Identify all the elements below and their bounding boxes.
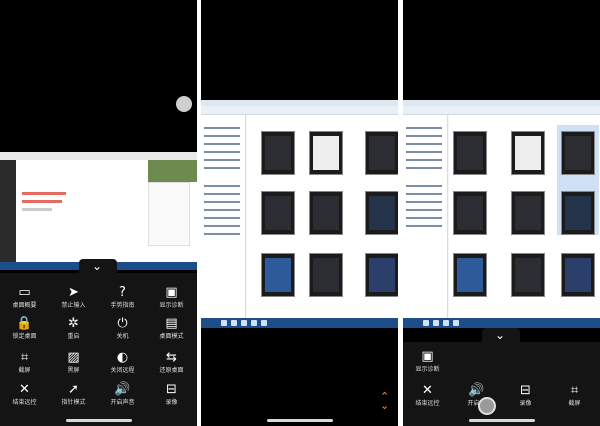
lock-icon: 🔒: [16, 316, 33, 331]
toolbar-menu: ▣ 显示诊断 ✕ 结束远控 🔊 开启声 ⊟ 录像 ⌗ 截屏: [403, 342, 600, 426]
file-thumbnail[interactable]: [309, 253, 343, 297]
menu-item-desktop-overview[interactable]: ▭ 桌面概要: [0, 284, 49, 310]
menu-item-gesture-guide[interactable]: ? 手势指南: [98, 284, 147, 310]
file-thumbnail[interactable]: [561, 131, 595, 175]
file-grid: [247, 115, 398, 318]
navigation-pane: [403, 115, 448, 318]
file-thumbnail[interactable]: [309, 191, 343, 235]
sound-icon: 🔊: [114, 382, 131, 397]
page-link-row: [22, 200, 62, 203]
file-thumbnail[interactable]: [511, 131, 545, 175]
remote-mouse-icon: ◐: [116, 350, 129, 365]
expand-down-icon[interactable]: ⌄: [380, 400, 389, 411]
file-thumbnail[interactable]: [561, 253, 595, 297]
toolbar-menu: ▭ 桌面概要 ➤ 禁止输入 ? 手势指南 ▣ 显示诊断 🔒 锁定桌面 ✲ 重启 ⏻ 关机 ▤ 桌…: [0, 273, 197, 426]
display-diag-icon: ▣: [165, 285, 178, 300]
chevron-down-icon: ⌄: [495, 328, 506, 342]
switch-desktop-icon: ⇆: [166, 350, 177, 365]
address-bar[interactable]: [201, 106, 398, 115]
file-thumbnail[interactable]: [261, 131, 295, 175]
home-indicator[interactable]: [66, 419, 132, 422]
crop-icon: ⌗: [570, 383, 579, 398]
help-icon: ?: [119, 285, 126, 300]
menu-item-close-remote[interactable]: ◐ 关闭远程: [98, 349, 147, 375]
close-icon: ✕: [422, 383, 433, 398]
browser-tabbar: [0, 152, 197, 160]
menu-item-end-remote[interactable]: ✕ 结束远控: [0, 381, 49, 407]
floating-ball-icon[interactable]: [478, 397, 496, 415]
menu-item-desktop-mode[interactable]: ▤ 桌面模式: [147, 315, 196, 341]
crop-icon: ⌗: [20, 350, 29, 365]
file-thumbnail[interactable]: [309, 131, 343, 175]
menu-item-block-input[interactable]: ➤ 禁止输入: [49, 284, 98, 310]
close-icon: ✕: [19, 382, 30, 397]
menu-item-record[interactable]: ⊟ 录像: [147, 381, 196, 407]
navigation-pane: [201, 115, 246, 318]
sound-icon: 🔊: [468, 383, 485, 398]
black-screen-icon: ▨: [67, 350, 80, 365]
menu-item-pointer-mode[interactable]: ➚ 指针模式: [49, 381, 98, 407]
popup-list: [148, 182, 190, 246]
file-grid: [449, 115, 600, 318]
reboot-icon: ✲: [68, 316, 79, 331]
collapse-tab[interactable]: ⌄: [79, 259, 117, 273]
floating-ball-icon[interactable]: [176, 96, 192, 112]
menu-item-restore-desktop[interactable]: ⇆ 还原桌面: [147, 349, 196, 375]
pointer-icon: ➚: [68, 382, 79, 397]
remote-desktop-view[interactable]: [0, 152, 197, 270]
remote-desktop-view[interactable]: [403, 100, 600, 328]
desktop-mode-icon: ▤: [165, 316, 178, 331]
menu-item-reboot[interactable]: ✲ 重启: [49, 315, 98, 341]
record-icon: ⊟: [520, 383, 531, 398]
file-thumbnail[interactable]: [365, 253, 398, 297]
file-thumbnail[interactable]: [511, 253, 545, 297]
file-thumbnail[interactable]: [365, 131, 398, 175]
file-thumbnail[interactable]: [261, 191, 295, 235]
file-thumbnail[interactable]: [453, 191, 487, 235]
display-diag-icon: ▣: [421, 349, 434, 364]
browser-sidebar: [0, 160, 16, 270]
menu-item-record[interactable]: ⊟ 录像: [501, 382, 550, 408]
cursor-icon: ➤: [68, 285, 79, 300]
file-thumbnail[interactable]: [453, 131, 487, 175]
page-text-row: [22, 208, 52, 211]
chevron-down-icon: ⌄: [92, 259, 103, 273]
menu-item-screenshot[interactable]: ⌗ 截屏: [0, 349, 49, 375]
power-icon: ⏻: [117, 316, 128, 331]
collapse-tab[interactable]: ⌄: [482, 328, 520, 342]
menu-item-enable-sound[interactable]: 🔊 开启声音: [98, 381, 147, 407]
taskbar: [403, 318, 600, 328]
menu-item-screenshot[interactable]: ⌗ 截屏: [550, 382, 599, 408]
landscape-image: [148, 160, 197, 182]
screenshot-panel-1: ⌄ ▭ 桌面概要 ➤ 禁止输入 ? 手势指南 ▣ 显示诊断 🔒 锁定桌面 ✲ 重启 ⏻ 关机 …: [0, 0, 197, 426]
menu-item-display-diag[interactable]: ▣ 显示诊断: [403, 348, 452, 374]
screenshot-panel-2: ⌃ ⌄: [201, 0, 398, 426]
home-indicator[interactable]: [469, 419, 535, 422]
desktop-overview-icon: ▭: [18, 285, 31, 300]
screenshot-panel-3: ⌄ ▣ 显示诊断 ✕ 结束远控 🔊 开启声 ⊟ 录像 ⌗ 截屏: [403, 0, 600, 426]
file-thumbnail[interactable]: [365, 191, 398, 235]
file-thumbnail[interactable]: [511, 191, 545, 235]
menu-item-end-remote[interactable]: ✕ 结束远控: [403, 382, 452, 408]
menu-item-shutdown[interactable]: ⏻ 关机: [98, 315, 147, 341]
file-thumbnail[interactable]: [453, 253, 487, 297]
taskbar: [201, 318, 398, 328]
menu-item-display-diag[interactable]: ▣ 显示诊断: [147, 284, 196, 310]
file-thumbnail[interactable]: [561, 191, 595, 235]
address-bar[interactable]: [403, 106, 600, 115]
page-link-row: [22, 192, 66, 195]
remote-desktop-view[interactable]: [201, 100, 398, 328]
home-indicator[interactable]: [267, 419, 333, 422]
record-icon: ⊟: [166, 382, 177, 397]
menu-item-black-screen[interactable]: ▨ 黑屏: [49, 349, 98, 375]
menu-item-lock-desktop[interactable]: 🔒 锁定桌面: [0, 315, 49, 341]
file-thumbnail[interactable]: [261, 253, 295, 297]
